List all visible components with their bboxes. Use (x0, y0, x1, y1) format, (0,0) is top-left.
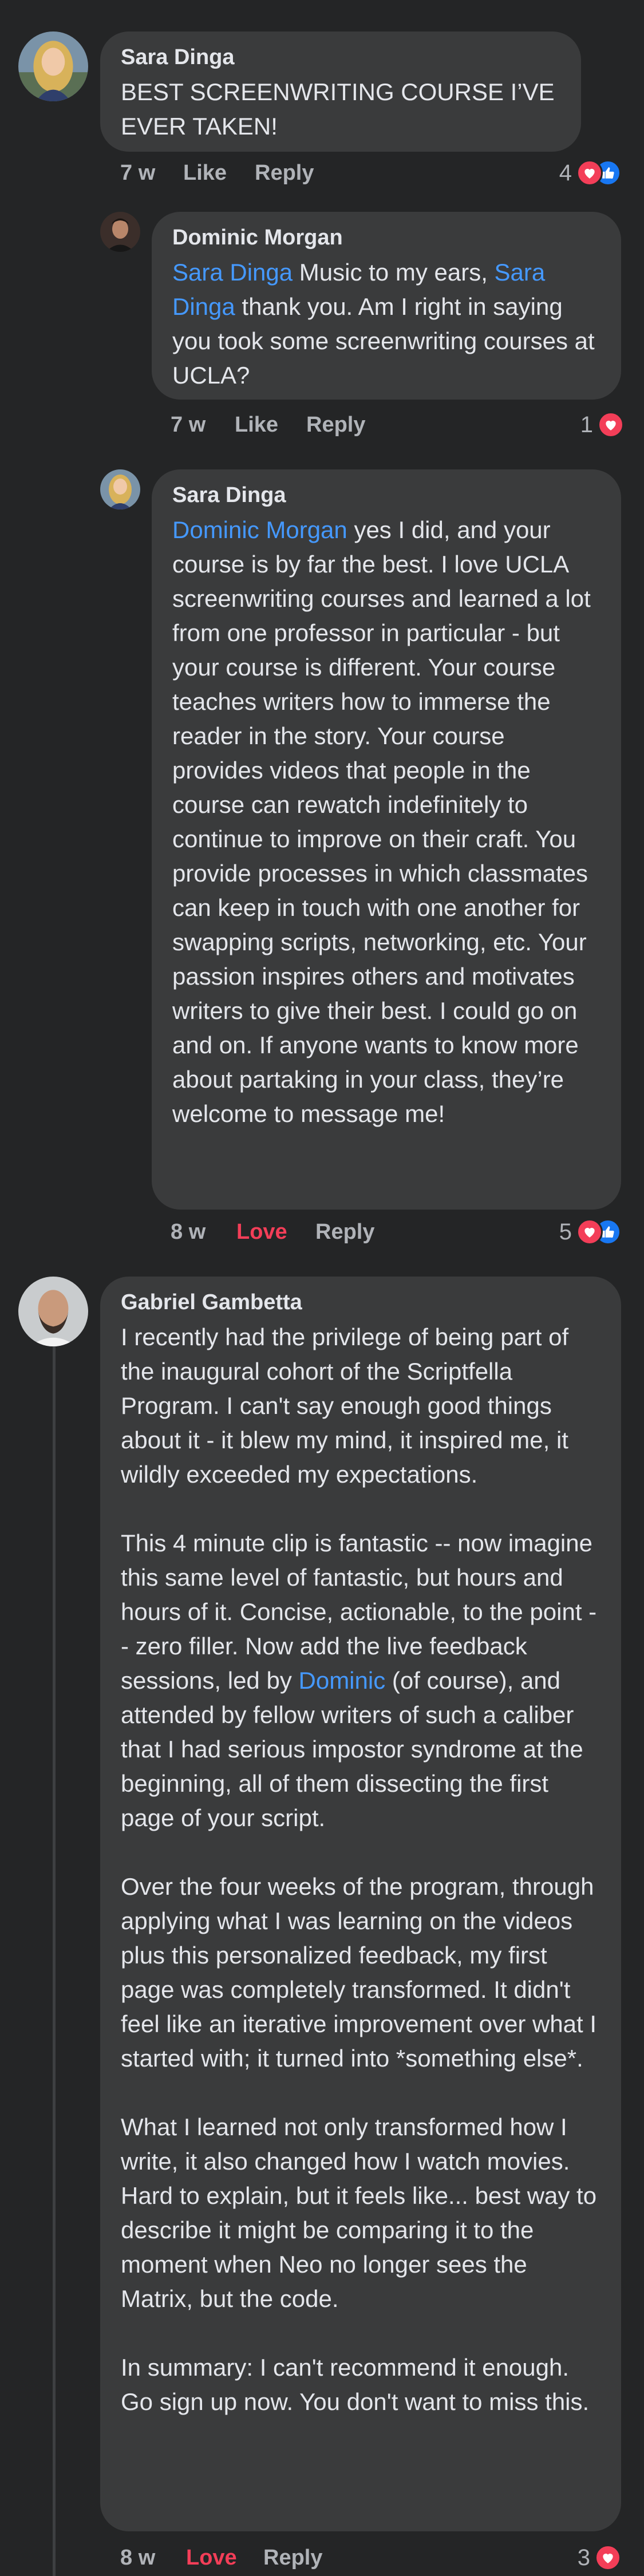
comment-bubble: Dominic Morgan Sara Dinga Music to my ea… (152, 212, 621, 400)
comment-paragraph: This 4 minute clip is fantastic -- now i… (121, 1526, 600, 1835)
comment-paragraph: Over the four weeks of the program, thro… (121, 1873, 597, 2072)
like-button[interactable]: Like (235, 410, 278, 439)
comment-actions: 7 w Like Reply (171, 410, 457, 439)
comment-text-part: Music to my ears, (293, 259, 495, 286)
heart-icon (595, 2545, 621, 2571)
comment-bubble: Sara Dinga Dominic Morgan yes I did, and… (152, 469, 621, 1210)
comment-text: Sara Dinga Music to my ears, Sara Dinga … (172, 255, 600, 393)
comment-actions: 8 w Love Reply (120, 2543, 406, 2572)
reply-button[interactable]: Reply (255, 159, 314, 187)
mention-link[interactable]: Sara Dinga (172, 259, 293, 286)
reaction-summary[interactable]: 4 (559, 159, 621, 187)
heart-icon (598, 412, 624, 438)
like-button[interactable]: Like (183, 159, 227, 187)
comment-author[interactable]: Sara Dinga (121, 43, 560, 72)
comment-text: Dominic Morgan yes I did, and your cours… (172, 513, 600, 1131)
reaction-summary[interactable]: 5 (559, 1218, 621, 1246)
comment-text: BEST SCREENWRITING COURSE I’VE EVER TAKE… (121, 78, 555, 140)
avatar-sara-dinga[interactable] (18, 31, 88, 101)
reaction-summary[interactable]: 3 (578, 2543, 621, 2572)
reaction-count: 1 (580, 412, 593, 437)
comment-paragraph: What I learned not only transformed how … (121, 2113, 597, 2312)
comment-author[interactable]: Gabriel Gambetta (121, 1288, 600, 1317)
reaction-summary[interactable]: 1 (580, 410, 624, 439)
comment-paragraph: In summary: I can't recommend it enough.… (121, 2354, 590, 2415)
comment-time[interactable]: 7 w (120, 159, 155, 187)
reply-button[interactable]: Reply (306, 410, 365, 439)
comment-author[interactable]: Sara Dinga (172, 481, 600, 509)
comment-paragraph: I recently had the privilege of being pa… (121, 1323, 569, 1488)
reply-button[interactable]: Reply (263, 2543, 322, 2572)
comment-author[interactable]: Dominic Morgan (172, 223, 600, 252)
comment-time[interactable]: 8 w (171, 1218, 206, 1246)
love-button[interactable]: Love (186, 2543, 237, 2572)
comment-time[interactable]: 8 w (120, 2543, 155, 2572)
avatar-sara-dinga[interactable] (100, 469, 140, 509)
reaction-count: 4 (559, 160, 572, 185)
comment-actions: 8 w Love Reply (171, 1218, 457, 1246)
comment-actions: 7 w Like Reply (120, 159, 406, 187)
comment-text-part: thank you. Am I right in saying you took… (172, 293, 595, 389)
thread-line (53, 1345, 56, 2576)
avatar-gabriel-gambetta[interactable] (18, 1277, 88, 1346)
avatar-dominic-morgan[interactable] (100, 212, 140, 252)
heart-icon (576, 1219, 603, 1245)
heart-icon (576, 160, 603, 186)
mention-link[interactable]: Dominic Morgan (172, 516, 347, 543)
comment-bubble: Sara Dinga BEST SCREENWRITING COURSE I’V… (100, 31, 581, 152)
reaction-count: 3 (577, 2545, 590, 2570)
comment-bubble: Gabriel Gambetta I recently had the priv… (100, 1277, 621, 2531)
reply-button[interactable]: Reply (315, 1218, 374, 1246)
comment-text-part: yes I did, and your course is by far the… (172, 516, 591, 1127)
mention-link[interactable]: Dominic (299, 1667, 386, 1694)
reaction-count: 5 (559, 1219, 572, 1244)
comment-time[interactable]: 7 w (171, 410, 206, 439)
love-button[interactable]: Love (236, 1218, 287, 1246)
